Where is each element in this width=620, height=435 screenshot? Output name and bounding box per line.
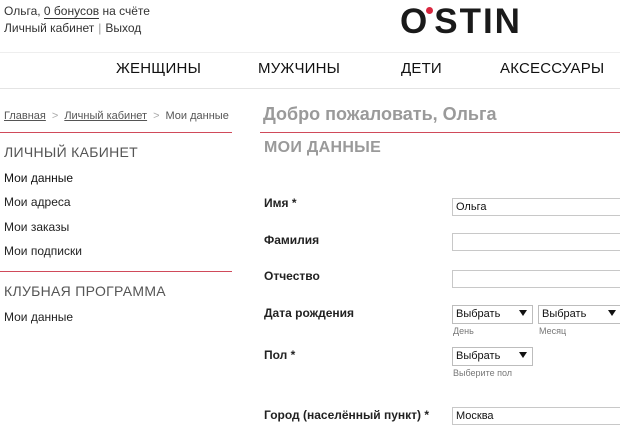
account-links: Личный кабинет | Выход — [4, 21, 141, 35]
birth-date-label: Дата рождения — [264, 306, 355, 320]
last-name-input[interactable] — [452, 233, 620, 251]
top-bar: Ольга, 0 бонусов на счёте Личный кабинет… — [0, 0, 620, 52]
breadcrumb-account[interactable]: Личный кабинет — [64, 110, 147, 122]
breadcrumb-home[interactable]: Главная — [4, 110, 46, 122]
last-name-label: Фамилия — [264, 233, 320, 247]
breadcrumb: Главная > Личный кабинет > Мои данные — [4, 110, 229, 122]
gender-hint: Выберите пол — [453, 368, 513, 378]
sidebar-item-my-orders[interactable]: Мои заказы — [4, 220, 69, 234]
user-greeting: Ольга, 0 бонусов на счёте — [4, 4, 150, 19]
section-title: МОИ ДАННЫЕ — [264, 139, 382, 156]
nav-kids[interactable]: ДЕТИ — [401, 60, 442, 77]
nav-accessories[interactable]: АКСЕССУАРЫ — [500, 60, 604, 77]
gender-value: Выбрать — [456, 350, 501, 362]
chevron-down-icon — [519, 352, 527, 358]
breadcrumb-current: Мои данные — [165, 110, 229, 122]
patronymic-label: Отчество — [264, 269, 320, 283]
sidebar-item-club-data[interactable]: Мои данные — [4, 310, 73, 324]
nav-divider — [0, 88, 620, 89]
city-input[interactable] — [452, 407, 620, 425]
logo-text-left: O — [400, 2, 430, 41]
birth-day-hint: День — [453, 326, 474, 336]
header-divider — [0, 52, 620, 53]
sidebar-item-my-addresses[interactable]: Мои адреса — [4, 195, 71, 209]
sidebar-red-divider — [0, 132, 232, 133]
ostin-logo[interactable]: O STIN — [400, 2, 522, 42]
breadcrumb-arrow-icon: > — [51, 110, 59, 122]
account-link[interactable]: Личный кабинет — [4, 21, 94, 35]
user-name: Ольга, — [4, 4, 44, 18]
chevron-down-icon — [608, 310, 616, 316]
patronymic-input[interactable] — [452, 270, 620, 288]
birth-day-select[interactable]: Выбрать — [452, 305, 533, 324]
logout-link[interactable]: Выход — [105, 21, 141, 35]
main-red-divider — [260, 132, 620, 133]
bonus-link[interactable]: 0 бонусов — [43, 4, 100, 19]
sidebar-account-heading: ЛИЧНЫЙ КАБИНЕТ — [4, 144, 138, 160]
gender-label: Пол * — [264, 348, 296, 362]
birth-month-select[interactable]: Выбрать — [538, 305, 620, 324]
bonus-suffix: на счёте — [99, 4, 150, 18]
sidebar-item-my-data[interactable]: Мои данные — [4, 171, 73, 185]
nav-men[interactable]: МУЖЧИНЫ — [258, 60, 340, 77]
birth-day-value: Выбрать — [456, 308, 501, 320]
sidebar-club-heading: КЛУБНАЯ ПРОГРАММА — [4, 283, 166, 299]
logo-dot-icon — [426, 6, 434, 14]
nav-women[interactable]: ЖЕНЩИНЫ — [116, 60, 201, 77]
sidebar-red-divider — [0, 271, 232, 272]
sidebar-item-my-subscriptions[interactable]: Мои подписки — [4, 244, 82, 258]
first-name-label: Имя * — [264, 196, 297, 210]
breadcrumb-arrow-icon: > — [153, 110, 160, 122]
birth-month-value: Выбрать — [542, 308, 587, 320]
link-separator: | — [98, 21, 102, 35]
birth-month-hint: Месяц — [539, 326, 567, 336]
gender-select[interactable]: Выбрать — [452, 347, 533, 366]
chevron-down-icon — [519, 310, 527, 316]
first-name-input[interactable] — [452, 198, 620, 216]
main-nav: ЖЕНЩИНЫ МУЖЧИНЫ ДЕТИ АКСЕССУАРЫ — [0, 56, 620, 84]
welcome-title: Добро пожаловать, Ольга — [263, 104, 497, 124]
logo-text-right: STIN — [434, 2, 522, 41]
city-label: Город (населённый пункт) * — [264, 408, 430, 422]
